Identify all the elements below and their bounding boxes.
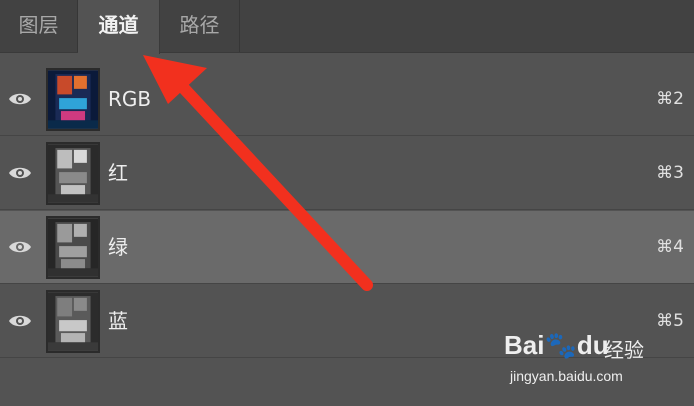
channel-thumbnail-green bbox=[46, 216, 100, 279]
tab-channels[interactable]: 通道 bbox=[78, 0, 160, 54]
tab-layers[interactable]: 图层 bbox=[0, 0, 78, 52]
eye-icon[interactable] bbox=[7, 86, 33, 112]
panel-tab-bar: 图层 通道 路径 bbox=[0, 0, 694, 54]
channel-row-rgb[interactable]: RGB ⌘2 bbox=[0, 63, 694, 136]
channel-name: RGB bbox=[108, 87, 152, 111]
channel-shortcut: ⌘2 bbox=[656, 89, 684, 109]
channel-row-green[interactable]: 绿 ⌘4 bbox=[0, 211, 694, 284]
baidu-jingyan-watermark: Bai🐾du 经验 jingyan.baidu.com bbox=[504, 330, 664, 390]
eye-icon[interactable] bbox=[7, 234, 33, 260]
eye-icon[interactable] bbox=[7, 160, 33, 186]
tab-paths[interactable]: 路径 bbox=[160, 0, 240, 52]
channel-name: 绿 bbox=[108, 235, 128, 259]
channel-thumbnail-rgb bbox=[46, 68, 100, 131]
channel-thumbnail-red bbox=[46, 142, 100, 205]
channel-name: 蓝 bbox=[108, 309, 128, 333]
channel-row-red[interactable]: 红 ⌘3 bbox=[0, 137, 694, 210]
channel-thumbnail-blue bbox=[46, 290, 100, 353]
watermark-title: 经验 bbox=[604, 338, 644, 362]
watermark-logo: Bai🐾du bbox=[504, 330, 609, 360]
watermark-url: jingyan.baidu.com bbox=[510, 368, 623, 384]
channel-name: 红 bbox=[108, 161, 128, 185]
eye-icon[interactable] bbox=[7, 308, 33, 334]
channel-shortcut: ⌘4 bbox=[656, 237, 684, 257]
channel-shortcut: ⌘3 bbox=[656, 163, 684, 183]
